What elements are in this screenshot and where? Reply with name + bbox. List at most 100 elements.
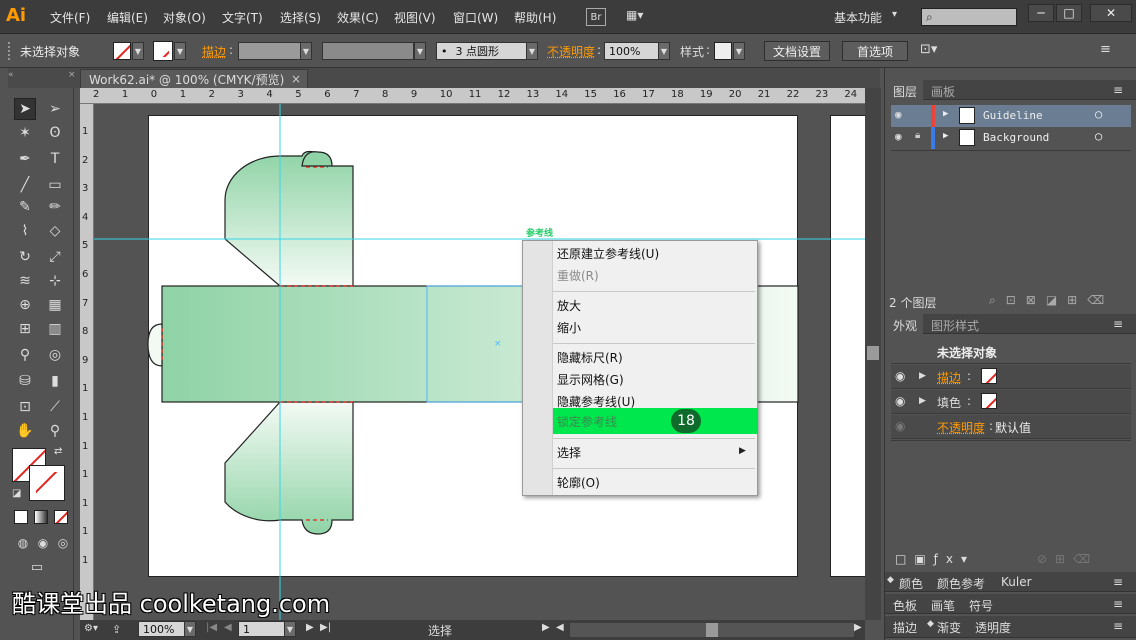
appearance-opacity-row[interactable]: ◉ 不透明度 : 默认值: [891, 415, 1131, 439]
chevron-down-icon[interactable]: ▼: [733, 42, 745, 60]
rotate-tool-icon[interactable]: ↻: [14, 246, 36, 268]
draw-normal-icon[interactable]: ◍: [12, 532, 34, 554]
chevron-down-icon[interactable]: ▼: [658, 42, 670, 60]
panel-menu-icon[interactable]: ≡: [1113, 575, 1123, 589]
expand-triangle-icon[interactable]: ▶: [943, 109, 948, 119]
last-artboard-icon[interactable]: ▶|: [320, 622, 331, 633]
symbol-sprayer-tool-icon[interactable]: ⛁: [14, 370, 36, 392]
tab-transparency[interactable]: 透明度: [975, 619, 1011, 636]
tab-appearance[interactable]: 外观: [893, 317, 917, 334]
panel-menu-icon[interactable]: ≡: [1113, 83, 1123, 97]
zoom-tool-icon[interactable]: ⚲: [44, 420, 66, 442]
gradient-tool-icon[interactable]: ▥: [44, 318, 66, 340]
draw-behind-icon[interactable]: ◉: [32, 532, 54, 554]
stroke-swatch[interactable]: [154, 42, 172, 60]
eye-icon[interactable]: ◉: [895, 419, 905, 433]
screen-mode-icon[interactable]: ▭: [26, 556, 48, 578]
stroke-color-box[interactable]: [30, 466, 64, 500]
brush-field[interactable]: • 3 点圆形: [436, 42, 538, 60]
menu-object[interactable]: 对象(O): [163, 9, 206, 26]
appearance-stroke-row[interactable]: ◉ ▶ 描边 :: [891, 365, 1131, 389]
opacity-field[interactable]: 100%: [604, 42, 660, 60]
document-setup-button[interactable]: 文档设置: [764, 41, 830, 61]
width-tool-icon[interactable]: ≋: [14, 270, 36, 292]
menu-item-lock-guides[interactable]: 锁定参考线 18: [553, 408, 758, 434]
panel-menu-icon[interactable]: ≡: [1100, 42, 1111, 57]
gradient-mode-icon[interactable]: [34, 510, 48, 524]
chevron-down-icon[interactable]: ▼: [184, 621, 196, 637]
panel-menu-icon[interactable]: ≡: [1113, 317, 1123, 331]
vertical-ruler[interactable]: 1 2 3 4 5 6 7 8 9 1 1 1 1 1 1 1: [80, 104, 94, 620]
horizontal-ruler[interactable]: 2 1 0 1 2 3 4 5 6 7 8 9 10 11 12 13 14 15 16 17 18 19 20 21 22 23…: [80, 88, 865, 104]
menu-item-select[interactable]: 选择: [557, 441, 581, 463]
selection-tool-icon[interactable]: ➤: [14, 98, 36, 120]
horizontal-scrollbar[interactable]: [570, 623, 854, 637]
menu-window[interactable]: 窗口(W): [453, 9, 498, 26]
chevron-down-icon[interactable]: ▼: [414, 42, 426, 60]
artboard-nav-icon[interactable]: ⚙▾: [84, 623, 106, 637]
menu-item-zoom-out[interactable]: 缩小: [557, 316, 581, 338]
eye-icon[interactable]: ◉: [895, 369, 905, 383]
menu-item-zoom-in[interactable]: 放大: [557, 294, 581, 316]
layer-row-background[interactable]: ◉ 🔒︎ ▶ Background ○: [891, 127, 1131, 149]
layers-footer-icons[interactable]: ⌕⊡⊠◪⊞⌫: [989, 293, 1114, 308]
draw-inside-icon[interactable]: ◎: [52, 532, 74, 554]
layer-name[interactable]: Background: [983, 131, 1049, 144]
menu-view[interactable]: 视图(V): [394, 9, 436, 26]
tab-swatches[interactable]: 色板: [893, 597, 917, 614]
menu-item-outline[interactable]: 轮廓(O): [557, 471, 600, 493]
maximize-button[interactable]: □: [1056, 4, 1082, 22]
none-mode-icon[interactable]: [54, 510, 68, 524]
eraser-tool-icon[interactable]: ◇: [44, 220, 66, 242]
preferences-button[interactable]: 首选项: [842, 41, 908, 61]
blend-tool-icon[interactable]: ◎: [44, 344, 66, 366]
perspective-grid-tool-icon[interactable]: ▦: [44, 294, 66, 316]
chevron-down-icon[interactable]: ▼: [174, 42, 186, 60]
eye-icon[interactable]: ◉: [895, 394, 905, 408]
free-transform-tool-icon[interactable]: ⊹: [44, 270, 66, 292]
slice-tool-icon[interactable]: ⟋: [44, 396, 66, 418]
scroll-right-icon[interactable]: ▶: [854, 622, 862, 633]
scale-tool-icon[interactable]: ⤢: [44, 246, 66, 268]
hand-tool-icon[interactable]: ✋: [14, 420, 36, 442]
first-artboard-icon[interactable]: |◀: [206, 622, 217, 633]
vertical-scrollbar[interactable]: [865, 88, 881, 620]
layer-row-guideline[interactable]: ◉ ▶ Guideline ○: [891, 105, 1131, 127]
close-button[interactable]: ✕: [1090, 4, 1132, 22]
color-mode-icon[interactable]: [14, 510, 28, 524]
blob-brush-tool-icon[interactable]: ⌇: [14, 220, 36, 242]
expand-triangle-icon[interactable]: ▶: [943, 131, 948, 141]
close-tab-icon[interactable]: ×: [291, 72, 301, 86]
bridge-button[interactable]: Br: [586, 8, 606, 26]
artboard-tool-icon[interactable]: ⊡: [14, 396, 36, 418]
arrange-documents-icon[interactable]: ▦▾: [626, 8, 654, 26]
eye-icon[interactable]: ◉: [895, 130, 902, 143]
tab-layers[interactable]: 图层: [893, 83, 917, 100]
tab-graphic-styles[interactable]: 图形样式: [931, 317, 979, 334]
tab-brushes[interactable]: 画笔: [931, 597, 955, 614]
menu-file[interactable]: 文件(F): [50, 9, 90, 26]
panel-menu-icon[interactable]: ≡: [1113, 597, 1123, 611]
magic-wand-tool-icon[interactable]: ✶: [14, 122, 36, 144]
artboard-number-field[interactable]: 1: [238, 621, 288, 637]
tab-symbols[interactable]: 符号: [969, 597, 993, 614]
search-input[interactable]: ⌕: [921, 8, 1017, 26]
panel-menu-icon[interactable]: ≡: [1113, 619, 1123, 633]
lasso-tool-icon[interactable]: ʘ: [44, 122, 66, 144]
direct-selection-tool-icon[interactable]: ➢: [44, 98, 66, 120]
appearance-stroke-label[interactable]: 描边: [937, 369, 961, 386]
eyedropper-tool-icon[interactable]: ⚲: [14, 344, 36, 366]
default-colors-icon[interactable]: ◪: [12, 488, 21, 499]
menu-help[interactable]: 帮助(H): [514, 9, 556, 26]
workspace-switcher[interactable]: 基本功能: [834, 9, 882, 26]
menu-type[interactable]: 文字(T): [222, 9, 263, 26]
minimize-button[interactable]: ─: [1028, 4, 1054, 22]
close-toolbar-icon[interactable]: ×: [68, 70, 76, 80]
chevron-down-icon[interactable]: ▼: [132, 42, 144, 60]
mesh-tool-icon[interactable]: ⊞: [14, 318, 36, 340]
menu-item-hide-rulers[interactable]: 隐藏标尺(R): [557, 346, 623, 368]
eye-icon[interactable]: ◉: [895, 108, 902, 121]
target-circle-icon[interactable]: ○: [1095, 107, 1102, 121]
layer-name[interactable]: Guideline: [983, 109, 1043, 122]
variable-width-field[interactable]: [322, 42, 414, 60]
